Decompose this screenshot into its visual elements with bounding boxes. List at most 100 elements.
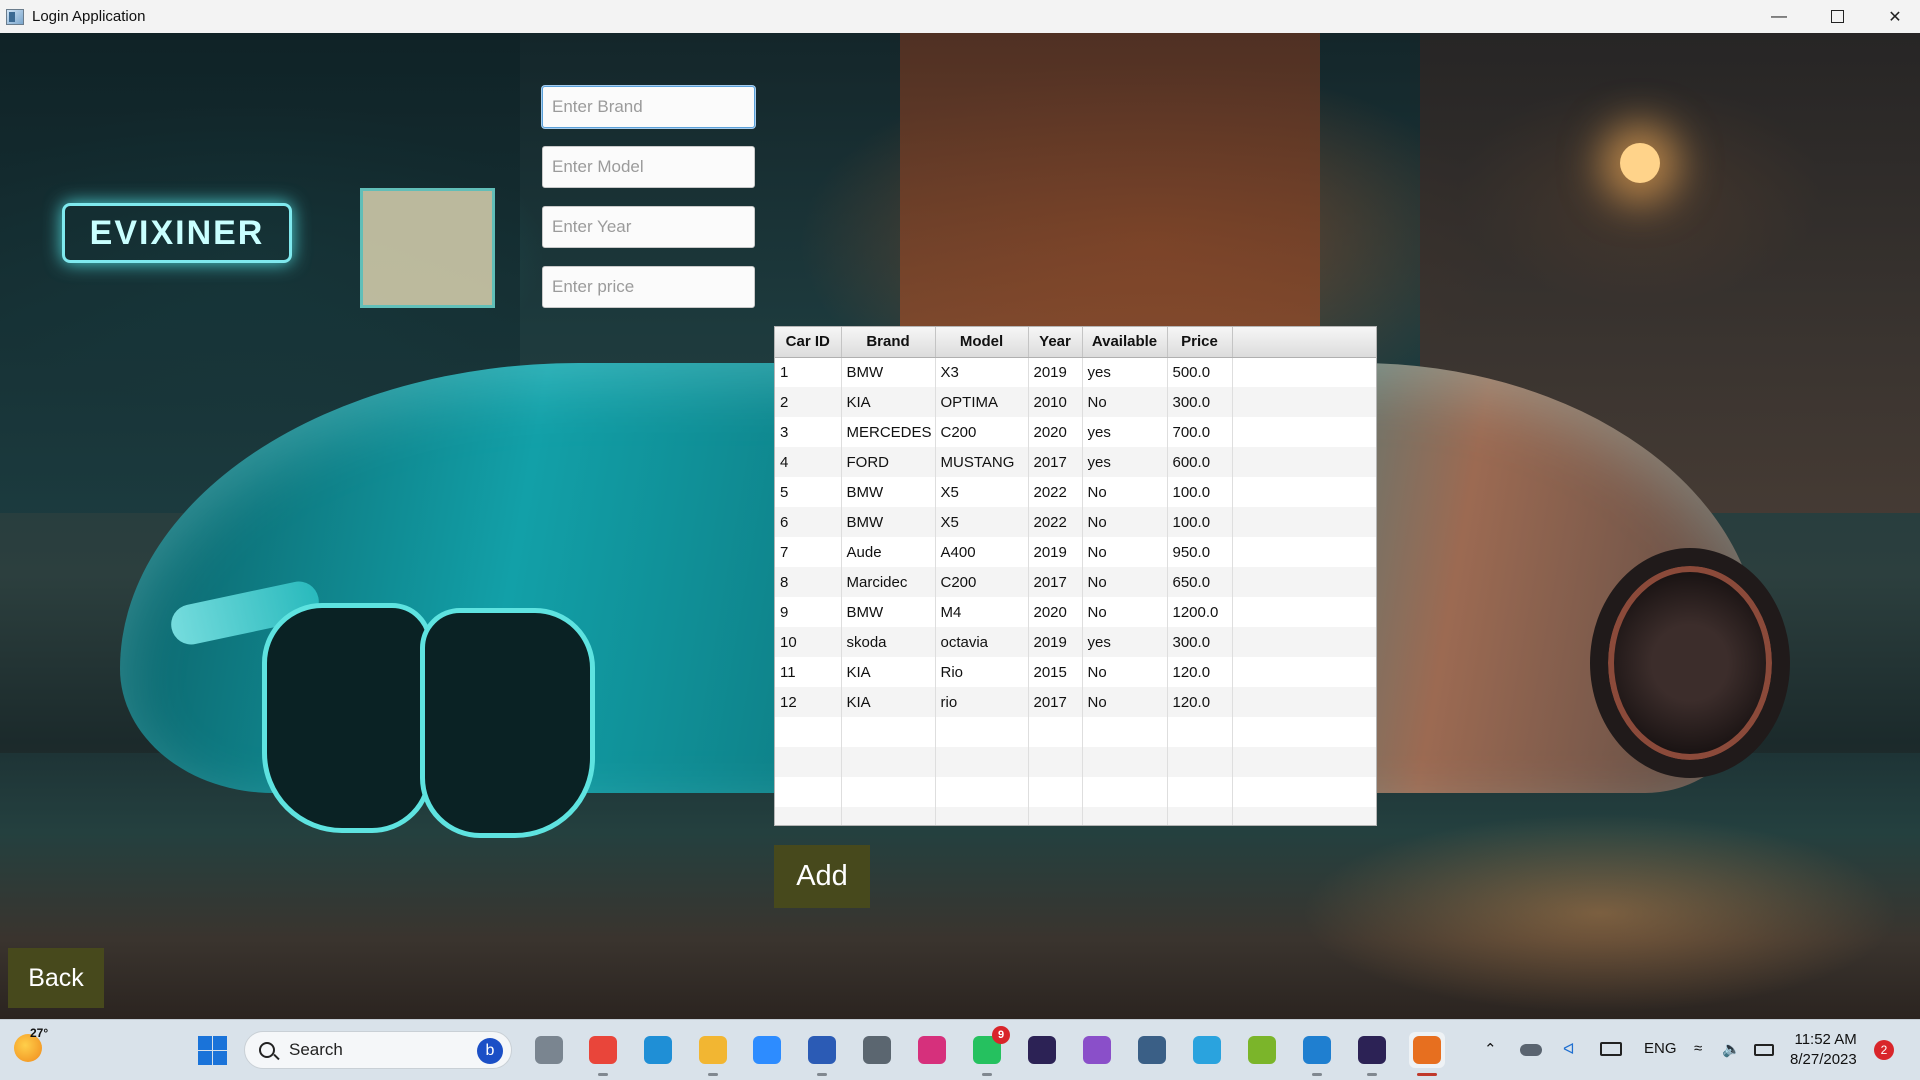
java-taskbar-button[interactable]	[1409, 1032, 1445, 1076]
neon-sign-box	[360, 188, 495, 308]
eclipse-2-icon	[1358, 1036, 1386, 1064]
mysql-workbench-taskbar-button[interactable]	[1134, 1032, 1170, 1068]
close-button[interactable]: ✕	[1866, 0, 1920, 33]
eclipse-taskbar-button[interactable]	[1024, 1032, 1060, 1068]
cell-year: 2017	[1028, 567, 1083, 597]
cell-car-id: 8	[775, 567, 842, 597]
price-input[interactable]	[542, 266, 755, 308]
eclipse-2-taskbar-button[interactable]	[1354, 1032, 1390, 1076]
street-light	[1620, 143, 1660, 183]
table-row[interactable]	[775, 807, 1376, 825]
start-button[interactable]	[194, 1032, 230, 1068]
keyboard-icon[interactable]	[1600, 1042, 1622, 1056]
vscode-taskbar-button[interactable]	[1299, 1032, 1335, 1076]
file-explorer-icon	[699, 1036, 727, 1064]
table-row[interactable]: 1 BMW X3 2019 yes 500.0	[775, 357, 1376, 387]
table-row[interactable]: 8 Marcidec C200 2017 No 650.0	[775, 567, 1376, 597]
table-row[interactable]: 5 BMW X5 2022 No 100.0	[775, 477, 1376, 507]
table-row[interactable]: 3 MERCEDES C200 2020 yes 700.0	[775, 417, 1376, 447]
cell-brand: KIA	[841, 657, 936, 687]
cell-price: 500.0	[1167, 357, 1233, 387]
cell-year: 2010	[1028, 387, 1083, 417]
cell-available: No	[1082, 507, 1168, 537]
table-row[interactable]	[775, 747, 1376, 777]
telegram-icon	[1193, 1036, 1221, 1064]
cars-table[interactable]: Car ID Brand Model Year Available Price …	[774, 326, 1377, 826]
cell-price	[1167, 777, 1233, 807]
model-input[interactable]	[542, 146, 755, 188]
cell-brand: BMW	[841, 357, 936, 387]
table-row[interactable]: 11 KIA Rio 2015 No 120.0	[775, 657, 1376, 687]
minimize-button[interactable]: —	[1750, 0, 1808, 33]
table-row[interactable]: 6 BMW X5 2022 No 100.0	[775, 507, 1376, 537]
column-header-car-id[interactable]: Car ID	[775, 327, 842, 358]
cell-year: 2022	[1028, 477, 1083, 507]
chrome-icon	[589, 1036, 617, 1064]
maximize-button[interactable]	[1808, 0, 1866, 33]
cell-car-id: 2	[775, 387, 842, 417]
cell-filler	[1232, 657, 1376, 687]
task-view-taskbar-button[interactable]	[531, 1032, 567, 1068]
battery-icon[interactable]	[1754, 1044, 1774, 1056]
clock[interactable]: 11:52 AM 8/27/2023	[1790, 1030, 1857, 1070]
table-row[interactable]: 10 skoda octavia 2019 yes 300.0	[775, 627, 1376, 657]
lambda-app-taskbar-button[interactable]	[1244, 1032, 1280, 1068]
telegram-taskbar-button[interactable]	[1189, 1032, 1225, 1068]
volume-icon[interactable]: 🔈	[1722, 1040, 1741, 1058]
column-header-brand[interactable]: Brand	[841, 327, 936, 358]
table-row[interactable]: 7 Aude A400 2019 No 950.0	[775, 537, 1376, 567]
windows-logo-icon	[198, 1036, 212, 1050]
cell-price: 650.0	[1167, 567, 1233, 597]
show-hidden-icons-chevron-icon[interactable]: ⌃	[1484, 1040, 1497, 1058]
column-header-available[interactable]: Available	[1082, 327, 1168, 358]
table-row[interactable]	[775, 717, 1376, 747]
table-row[interactable]: 12 KIA rio 2017 No 120.0	[775, 687, 1376, 717]
cell-year: 2017	[1028, 687, 1083, 717]
column-header-year[interactable]: Year	[1028, 327, 1083, 358]
taskbar-search[interactable]: Search b	[244, 1031, 512, 1069]
cell-year: 2019	[1028, 537, 1083, 567]
bing-icon[interactable]: b	[477, 1038, 503, 1064]
cell-year	[1028, 807, 1083, 825]
table-row[interactable]: 9 BMW M4 2020 No 1200.0	[775, 597, 1376, 627]
windows-logo-icon-part	[198, 1051, 212, 1065]
table-row[interactable]	[775, 777, 1376, 807]
feather-taskbar-button[interactable]	[1079, 1032, 1115, 1068]
cell-available: No	[1082, 657, 1168, 687]
cell-brand	[841, 717, 936, 747]
cell-car-id: 9	[775, 597, 842, 627]
language-indicator[interactable]: ENG	[1644, 1040, 1677, 1057]
table-row[interactable]: 4 FORD MUSTANG 2017 yes 600.0	[775, 447, 1376, 477]
back-button[interactable]: Back	[8, 948, 104, 1008]
feather-icon	[1083, 1036, 1111, 1064]
column-header-price[interactable]: Price	[1167, 327, 1233, 358]
weather-widget[interactable]: 27°	[14, 1026, 48, 1062]
onedrive-cloud-icon[interactable]	[1520, 1044, 1542, 1056]
settings-taskbar-button[interactable]	[859, 1032, 895, 1068]
settings-icon	[863, 1036, 891, 1064]
weather-temperature: 27°	[30, 1026, 49, 1040]
year-input[interactable]	[542, 206, 755, 248]
running-indicator	[817, 1073, 827, 1076]
table-row[interactable]: 2 KIA OPTIMA 2010 No 300.0	[775, 387, 1376, 417]
brand-input[interactable]	[542, 86, 755, 128]
cell-car-id: 5	[775, 477, 842, 507]
cell-brand: FORD	[841, 447, 936, 477]
instagram-taskbar-button[interactable]	[914, 1032, 950, 1068]
clock-time: 11:52 AM	[1794, 1031, 1857, 1048]
file-explorer-taskbar-button[interactable]	[695, 1032, 731, 1076]
zoom-taskbar-button[interactable]	[749, 1032, 785, 1068]
cell-filler	[1232, 507, 1376, 537]
bluetooth-icon[interactable]: ᐊ	[1563, 1040, 1575, 1058]
edge-taskbar-button[interactable]	[640, 1032, 676, 1068]
cell-year: 2017	[1028, 447, 1083, 477]
whatsapp-taskbar-button[interactable]: 9	[969, 1026, 1010, 1076]
wifi-icon[interactable]: ≈	[1694, 1040, 1702, 1057]
notification-badge[interactable]: 2	[1874, 1040, 1894, 1060]
column-header-model[interactable]: Model	[935, 327, 1029, 358]
chrome-taskbar-button[interactable]	[585, 1032, 621, 1076]
word-taskbar-button[interactable]	[804, 1032, 840, 1076]
add-button[interactable]: Add	[774, 845, 870, 908]
cell-car-id: 11	[775, 657, 842, 687]
cell-year: 2019	[1028, 357, 1083, 387]
